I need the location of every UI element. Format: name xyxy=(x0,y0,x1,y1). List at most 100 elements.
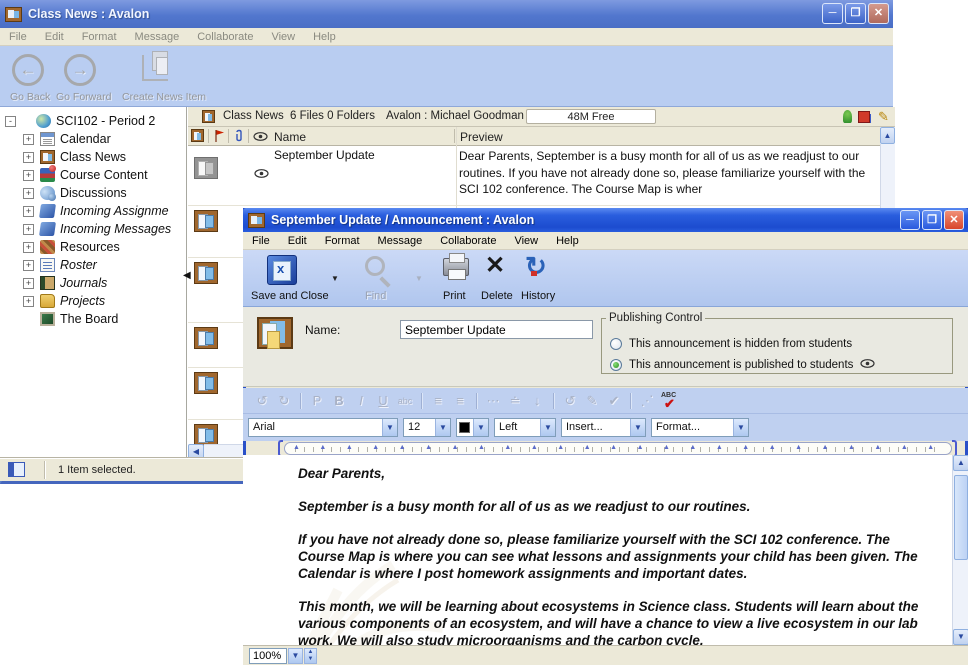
menu-help[interactable]: Help xyxy=(304,29,345,45)
layers-icon[interactable] xyxy=(862,114,871,123)
scroll-up-icon[interactable]: ▲ xyxy=(880,127,895,144)
ruler[interactable]: ▲▲▲▲▲▲▲▲▲▲▲▲▲▲▲▲▲▲▲▲▲▲▲▲▲ xyxy=(284,442,952,455)
column-header-name[interactable]: Name xyxy=(274,130,306,144)
collapse-box-icon[interactable]: - xyxy=(5,116,16,127)
announcement-icon[interactable] xyxy=(194,372,218,394)
splitter-collapse-icon[interactable]: ◀ xyxy=(183,270,191,281)
sidebar-item-discussions[interactable]: + Discussions xyxy=(0,184,186,202)
radio-unselected-icon[interactable] xyxy=(610,338,622,350)
font-color-select[interactable]: ▼ xyxy=(456,418,489,437)
menu-collaborate[interactable]: Collaborate xyxy=(188,29,262,45)
announcement-body-editor[interactable]: Dear Parents, September is a busy month … xyxy=(243,455,968,645)
save-and-close-label[interactable]: Save and Close xyxy=(251,290,329,302)
menu-collaborate[interactable]: Collaborate xyxy=(431,233,505,249)
sidebar-item-projects[interactable]: + Projects xyxy=(0,292,186,310)
go-forward-icon[interactable]: → xyxy=(64,54,96,86)
scroll-up-icon[interactable]: ▲ xyxy=(953,455,968,471)
zoom-spinner[interactable]: ▲▼ xyxy=(304,648,317,664)
close-button[interactable]: ✕ xyxy=(868,3,889,24)
sidebar-item-roster[interactable]: + Roster xyxy=(0,256,186,274)
delete-icon[interactable]: ✕ xyxy=(485,254,505,278)
expand-box-icon[interactable]: + xyxy=(23,260,34,271)
announcement-icon[interactable] xyxy=(194,157,218,179)
pane-toggle-icon[interactable] xyxy=(8,462,25,477)
minimize-button[interactable]: ─ xyxy=(822,3,843,24)
dropdown-arrow-icon[interactable]: ▼ xyxy=(382,419,397,436)
menu-view[interactable]: View xyxy=(505,233,547,249)
dropdown-arrow-icon[interactable]: ▼ xyxy=(630,419,645,436)
menu-format[interactable]: Format xyxy=(73,29,126,45)
save-and-close-icon[interactable] xyxy=(267,255,297,285)
expand-box-icon[interactable]: + xyxy=(23,170,34,181)
sidebar-item-course-content[interactable]: + Course Content xyxy=(0,166,186,184)
dropdown-arrow-icon[interactable]: ▼ xyxy=(435,419,450,436)
font-size-select[interactable]: 12 ▼ xyxy=(403,418,451,437)
paperclip-icon[interactable] xyxy=(234,129,244,143)
menu-format[interactable]: Format xyxy=(316,233,369,249)
sidebar-item-incoming-assignments[interactable]: + Incoming Assignme xyxy=(0,202,186,220)
history-icon[interactable]: ↻ xyxy=(525,252,547,280)
name-field[interactable] xyxy=(400,320,593,339)
announcement-icon[interactable] xyxy=(194,262,218,284)
radio-hidden-option[interactable]: This announcement is hidden from student… xyxy=(610,338,852,350)
find-icon[interactable] xyxy=(365,256,385,276)
menu-edit[interactable]: Edit xyxy=(36,29,73,45)
vertical-scrollbar[interactable]: ▲ ▼ xyxy=(952,455,968,645)
expand-box-icon[interactable]: + xyxy=(23,278,34,289)
radio-published-option[interactable]: This announcement is published to studen… xyxy=(610,359,875,371)
close-button[interactable]: ✕ xyxy=(944,210,964,230)
sprout-icon[interactable] xyxy=(843,110,852,123)
save-dropdown-icon[interactable]: ▼ xyxy=(331,274,339,283)
list-row-preview[interactable]: Dear Parents, September is a busy month … xyxy=(459,148,877,198)
radio-selected-icon[interactable] xyxy=(610,359,622,371)
expand-box-icon[interactable]: + xyxy=(23,134,34,145)
sidebar-item-incoming-messages[interactable]: + Incoming Messages xyxy=(0,220,186,238)
zoom-level[interactable]: 100% xyxy=(249,648,287,664)
zoom-dropdown-icon[interactable]: ▼ xyxy=(288,648,303,664)
maximize-button[interactable]: ❐ xyxy=(845,3,866,24)
minimize-button[interactable]: ─ xyxy=(900,210,920,230)
scroll-down-icon[interactable]: ▼ xyxy=(953,629,968,645)
sidebar-item-journals[interactable]: + Journals xyxy=(0,274,186,292)
insert-select[interactable]: Insert... ▼ xyxy=(561,418,646,437)
menu-message[interactable]: Message xyxy=(369,233,432,249)
menu-edit[interactable]: Edit xyxy=(279,233,316,249)
history-label[interactable]: History xyxy=(521,290,555,302)
expand-box-icon[interactable]: + xyxy=(23,296,34,307)
flag-icon[interactable] xyxy=(213,129,225,143)
expand-box-icon[interactable]: + xyxy=(23,152,34,163)
sidebar-item-the-board[interactable]: The Board xyxy=(0,310,186,328)
scrollbar-thumb[interactable] xyxy=(954,475,968,560)
pencil-icon[interactable]: ✎ xyxy=(878,110,891,123)
announcement-icon[interactable] xyxy=(194,424,218,446)
announcement-icon[interactable] xyxy=(194,210,218,232)
maximize-button[interactable]: ❐ xyxy=(922,210,942,230)
create-news-item-icon[interactable] xyxy=(142,55,168,81)
expand-box-icon[interactable]: + xyxy=(23,206,34,217)
dropdown-arrow-icon[interactable]: ▼ xyxy=(473,419,488,436)
tree-root-sci102[interactable]: - SCI102 - Period 2 xyxy=(0,112,186,130)
dropdown-arrow-icon[interactable]: ▼ xyxy=(733,419,748,436)
font-select[interactable]: Arial ▼ xyxy=(248,418,398,437)
menu-view[interactable]: View xyxy=(262,29,304,45)
menu-help[interactable]: Help xyxy=(547,233,588,249)
delete-label[interactable]: Delete xyxy=(481,290,513,302)
menu-file[interactable]: File xyxy=(0,29,36,45)
dropdown-arrow-icon[interactable]: ▼ xyxy=(540,419,555,436)
sidebar-item-resources[interactable]: + Resources xyxy=(0,238,186,256)
list-row-name[interactable]: September Update xyxy=(274,148,375,162)
expand-box-icon[interactable]: + xyxy=(23,224,34,235)
titlebar[interactable]: September Update / Announcement : Avalon… xyxy=(243,208,968,232)
print-icon[interactable] xyxy=(443,258,469,276)
format-select[interactable]: Format... ▼ xyxy=(651,418,749,437)
sidebar-item-calendar[interactable]: + Calendar xyxy=(0,130,186,148)
item-type-column-icon[interactable] xyxy=(191,129,204,142)
menu-message[interactable]: Message xyxy=(126,29,189,45)
print-label[interactable]: Print xyxy=(443,290,466,302)
align-select[interactable]: Left ▼ xyxy=(494,418,556,437)
column-header-preview[interactable]: Preview xyxy=(460,130,503,144)
go-back-icon[interactable]: ← xyxy=(12,54,44,86)
expand-box-icon[interactable]: + xyxy=(23,188,34,199)
sidebar-item-class-news[interactable]: + Class News xyxy=(0,148,186,166)
announcement-icon[interactable] xyxy=(194,327,218,349)
